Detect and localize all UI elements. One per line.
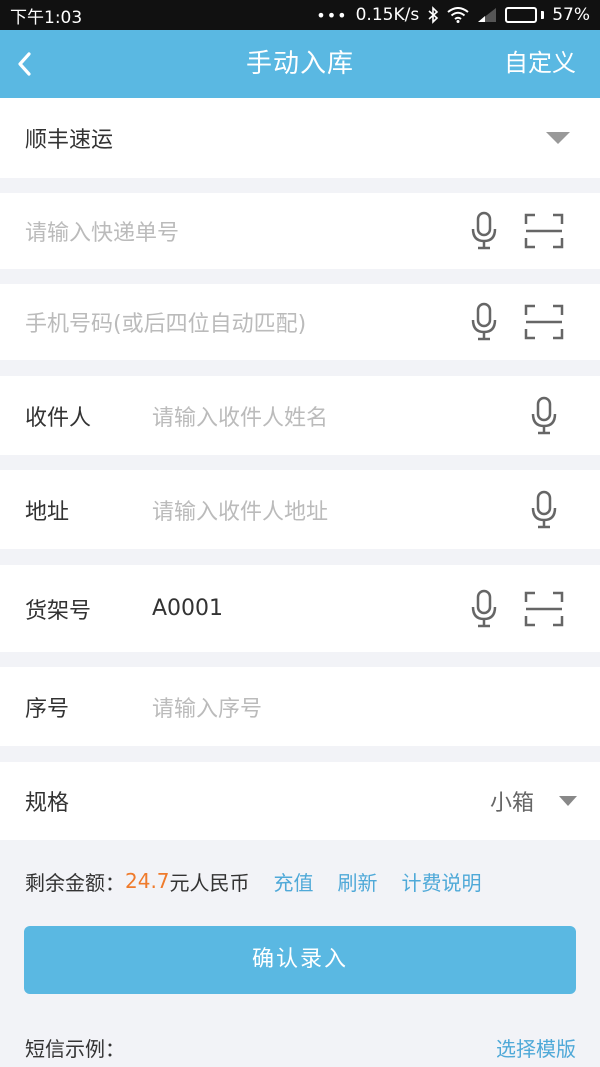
address-label: 地址 [25,499,70,525]
network-speed: 0.15K/s [355,5,420,25]
microphone-icon[interactable] [464,302,504,342]
shelf-value: A0001 [152,596,224,621]
microphone-icon[interactable] [464,589,504,629]
serial-field[interactable]: 序号 请输入序号 [0,667,600,746]
caret-down-icon [548,781,588,821]
scan-icon[interactable] [524,211,564,251]
balance-amount: 24.7 [125,869,170,893]
shelf-field[interactable]: 货架号 A0001 [0,565,600,652]
scan-icon[interactable] [524,589,564,629]
bluetooth-icon [427,6,439,24]
balance-line: 剩余金额： 24.7 元人民币 充值 刷新 计费说明 [25,866,482,896]
balance-unit: 元人民币 [169,870,250,895]
customize-button[interactable]: 自定义 [504,30,576,96]
recipient-field[interactable]: 收件人 请输入收件人姓名 [0,376,600,455]
select-template-link[interactable]: 选择模版 [496,1033,576,1062]
tracking-placeholder: 请输入快递单号 [25,221,180,246]
serial-placeholder: 请输入序号 [152,696,263,722]
confirm-button[interactable]: 确认录入 [24,926,576,994]
recipient-label: 收件人 [25,405,92,431]
balance-label: 剩余金额： [25,870,125,895]
refresh-link[interactable]: 刷新 [338,867,378,896]
phone-field[interactable]: 手机号码(或后四位自动匹配) [0,284,600,360]
scan-icon[interactable] [524,302,564,342]
shelf-label: 货架号 [25,598,92,624]
microphone-icon[interactable] [524,396,564,436]
battery-percent: 57% [552,5,590,25]
recipient-placeholder: 请输入收件人姓名 [152,405,329,431]
serial-label: 序号 [25,696,70,722]
microphone-icon[interactable] [464,211,504,251]
spec-value: 小箱 [490,791,535,816]
courier-value: 顺丰速运 [25,128,114,153]
spec-label: 规格 [25,791,70,816]
battery-icon [505,7,545,23]
address-field[interactable]: 地址 请输入收件人地址 [0,470,600,549]
spec-select[interactable]: 规格 小箱 [0,762,600,840]
signal-icon [477,7,497,23]
status-bar: 下午1:03 ••• 0.15K/s 57% [0,0,600,30]
status-time: 下午1:03 [10,7,83,28]
microphone-icon[interactable] [524,490,564,530]
back-icon[interactable] [12,50,40,78]
status-dots: ••• [316,5,348,25]
recharge-link[interactable]: 充值 [274,867,314,896]
wifi-icon [447,7,469,23]
caret-down-icon [538,118,578,158]
nav-bar: 手动入库 自定义 [0,30,600,98]
sms-example-label: 短信示例： [25,1037,125,1061]
phone-placeholder: 手机号码(或后四位自动匹配) [25,312,307,337]
courier-select[interactable]: 顺丰速运 [0,98,600,178]
pricing-link[interactable]: 计费说明 [402,867,482,896]
address-placeholder: 请输入收件人地址 [152,499,329,525]
tracking-number-field[interactable]: 请输入快递单号 [0,193,600,269]
